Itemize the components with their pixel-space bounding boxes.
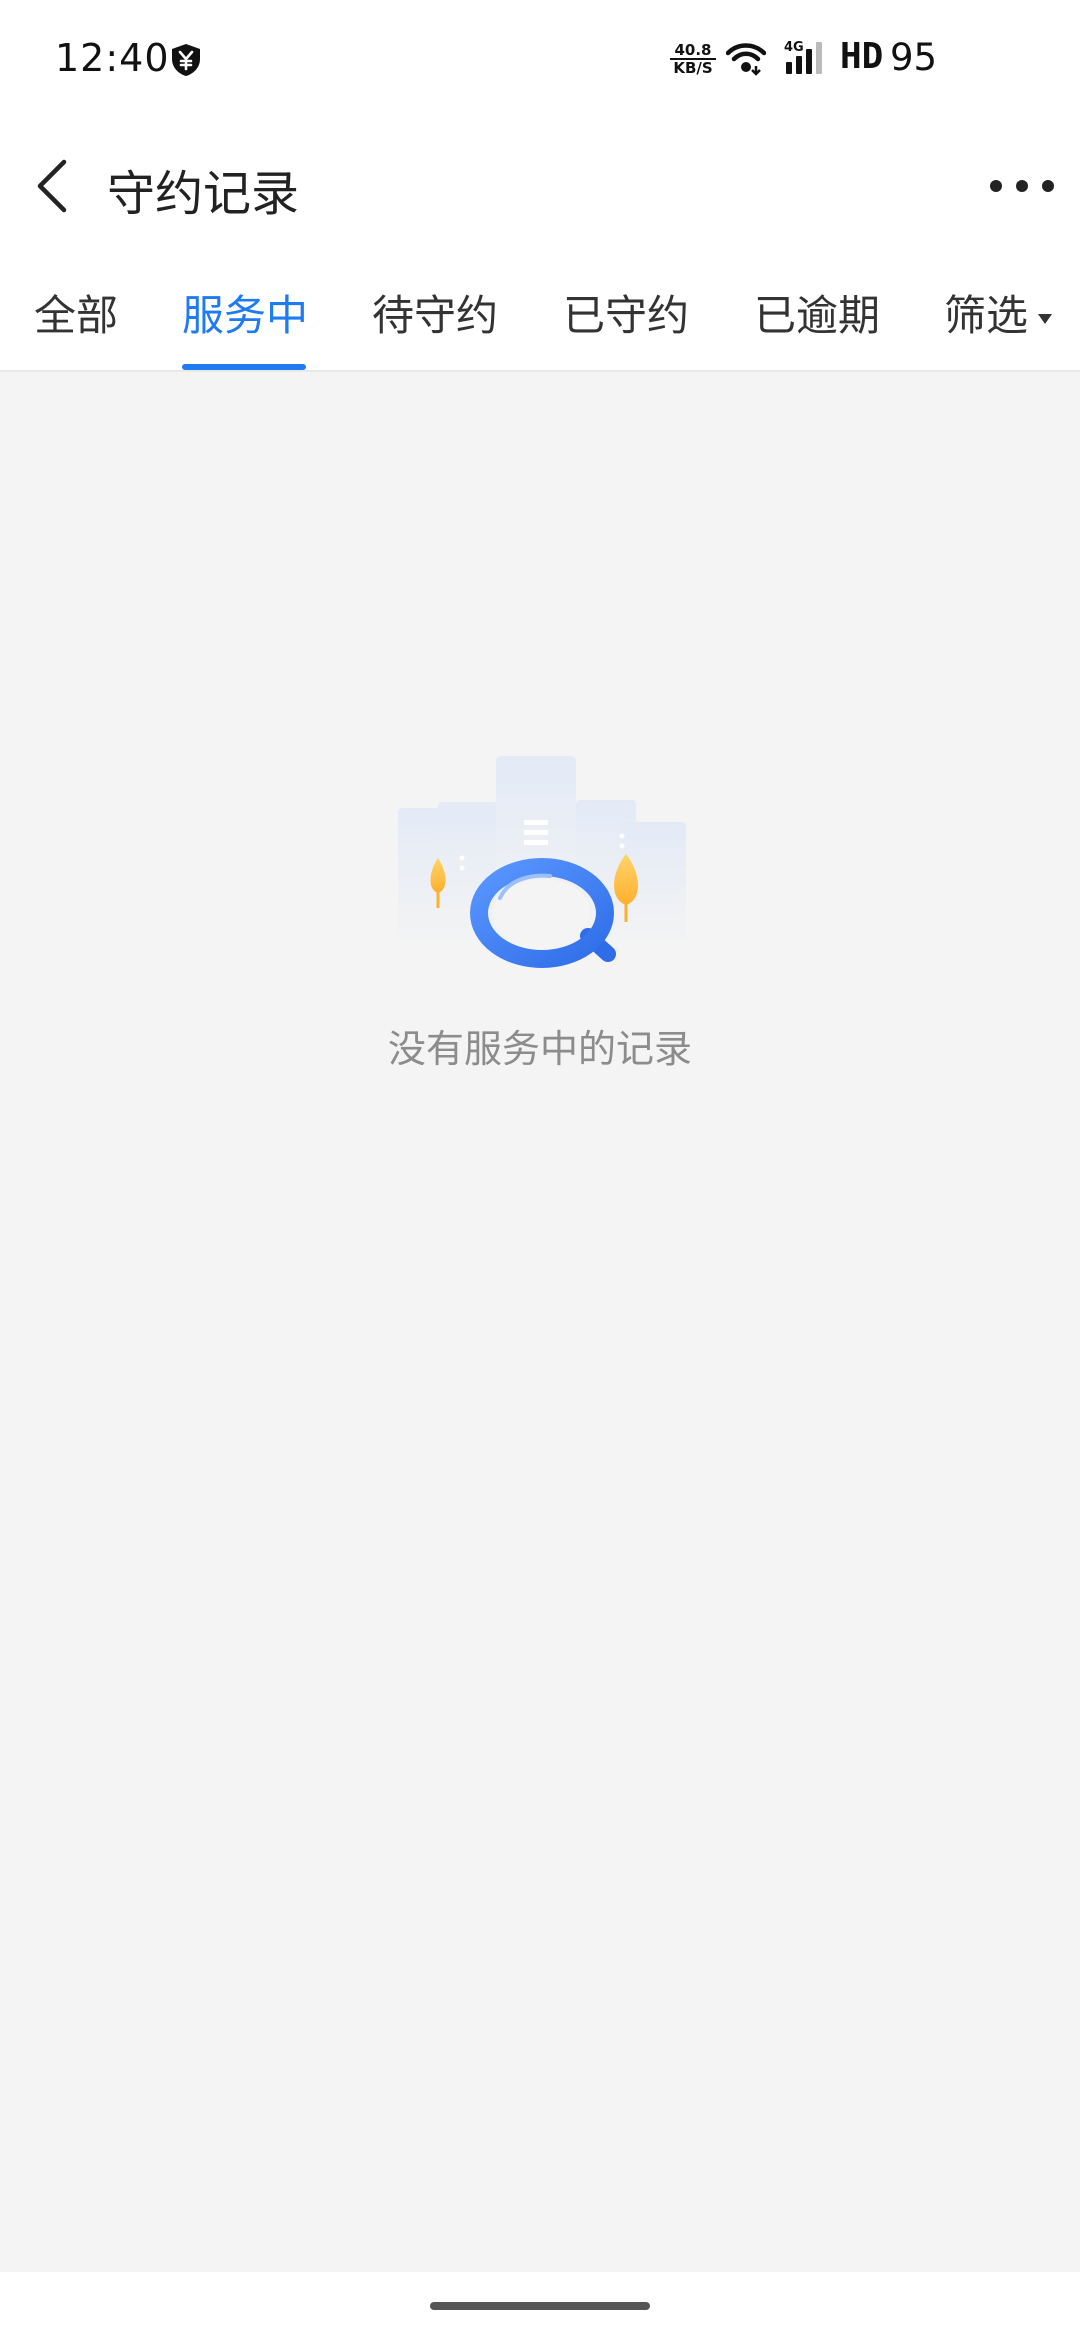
page-header: 守约记录 (0, 120, 1080, 252)
battery-level: 95 (890, 36, 938, 79)
home-indicator[interactable] (430, 2302, 650, 2310)
status-time: 12:40 (55, 36, 170, 80)
tab-pending[interactable]: 待守约 (372, 282, 498, 343)
gesture-bar (0, 2272, 1080, 2340)
app-screen: 12:40 40.8 KB/S 4G HD 95 守约记录 全部 服务中 待守约… (0, 0, 1080, 2340)
back-button[interactable] (20, 150, 90, 220)
yuan-shield-icon (168, 42, 204, 78)
empty-state-message: 没有服务中的记录 (387, 1027, 692, 1071)
more-button[interactable] (986, 158, 1058, 214)
active-tab-indicator (182, 364, 306, 370)
tab-kept[interactable]: 已守约 (563, 282, 689, 343)
chevron-left-icon (37, 159, 67, 213)
tab-all[interactable]: 全部 (34, 282, 118, 343)
page-title: 守约记录 (107, 166, 300, 222)
net-speed-unit: KB/S (673, 59, 713, 77)
caret-down-icon (1038, 313, 1053, 324)
net-speed-value: 40.8 (670, 42, 716, 60)
filter-label: 筛选 (944, 291, 1029, 340)
signal-bars-icon (784, 40, 826, 76)
tab-overdue[interactable]: 已逾期 (754, 282, 880, 343)
empty-state-illustration (390, 748, 690, 998)
filter-tabs: 全部 服务中 待守约 已守约 已逾期 筛选 (0, 252, 1080, 372)
net-speed: 40.8 KB/S (670, 42, 716, 76)
filter-button[interactable]: 筛选 (944, 282, 1053, 343)
wifi-icon (725, 42, 767, 76)
hd-label: HD (840, 36, 884, 77)
status-bar: 12:40 40.8 KB/S 4G HD 95 (0, 0, 1080, 120)
more-dots-icon (990, 180, 1054, 192)
tab-in-service[interactable]: 服务中 (182, 282, 308, 343)
magnifier-illustration (398, 756, 686, 968)
